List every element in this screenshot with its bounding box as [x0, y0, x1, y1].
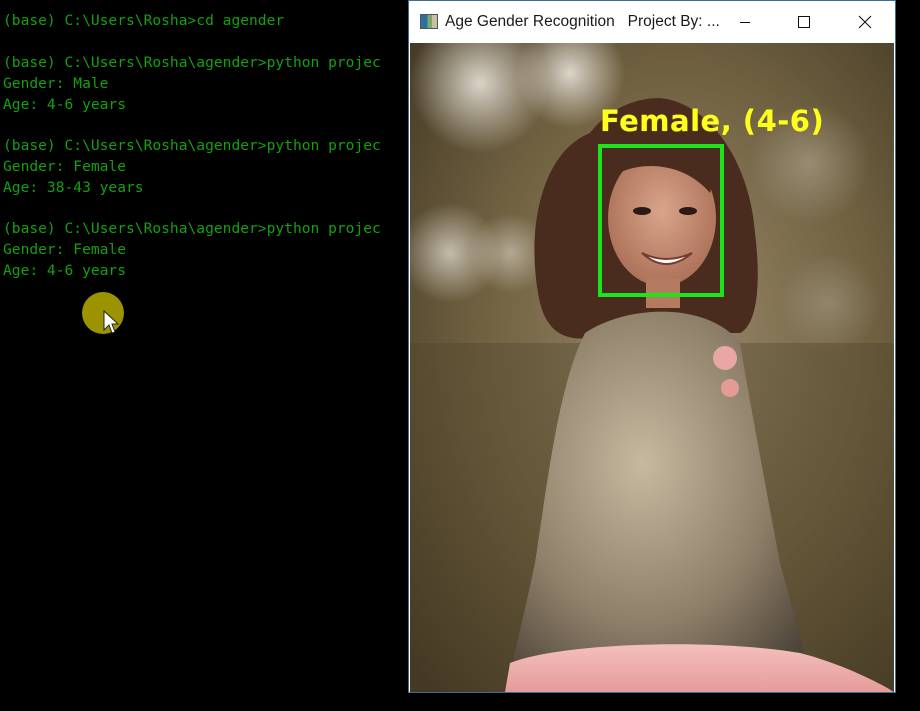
terminal-line: Gender: Male: [3, 75, 109, 92]
terminal-line: Age: 4-6 years: [3, 96, 127, 113]
maximize-icon: [798, 16, 810, 28]
minimize-button[interactable]: [722, 1, 768, 43]
prediction-label: Female, (4-6): [600, 104, 825, 138]
terminal-line: (base) C:\Users\Rosha>cd agender: [3, 12, 285, 29]
face-detection-box: [598, 144, 724, 297]
window-title: Age Gender Recognition Project By: ...: [445, 13, 720, 30]
image-window-icon: [420, 14, 438, 29]
terminal-line: Age: 38-43 years: [3, 179, 144, 196]
terminal-line: (base) C:\Users\Rosha\agender>python pro…: [3, 220, 381, 237]
maximize-button[interactable]: [781, 1, 827, 43]
mouse-pointer-icon: [103, 310, 120, 334]
minimize-icon: [740, 22, 750, 23]
terminal-line: Gender: Female: [3, 241, 127, 258]
terminal-line: (base) C:\Users\Rosha\agender>python pro…: [3, 54, 381, 71]
terminal-line: Gender: Female: [3, 158, 127, 175]
terminal-line: (base) C:\Users\Rosha\agender>python pro…: [3, 137, 381, 154]
window-titlebar[interactable]: Age Gender Recognition Project By: ...: [409, 1, 895, 43]
terminal-line: Age: 4-6 years: [3, 262, 127, 279]
image-window[interactable]: Age Gender Recognition Project By: ... F…: [408, 0, 896, 693]
close-button[interactable]: [842, 1, 888, 43]
photo-canvas: Female, (4-6): [410, 43, 894, 692]
close-icon: [858, 15, 872, 29]
